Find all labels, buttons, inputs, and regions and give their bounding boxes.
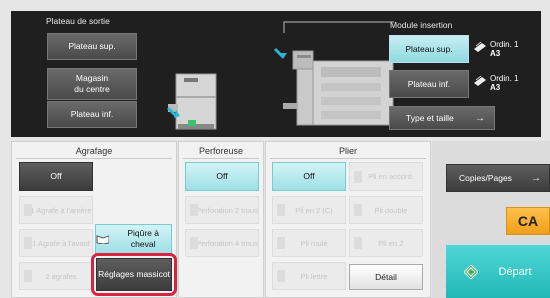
punch-4-button: Perforation 4 trous	[185, 229, 259, 257]
paper-icon	[474, 41, 486, 52]
start-diamond-icon	[464, 264, 479, 279]
insert-lower-button[interactable]: Plateau inf.	[389, 70, 469, 98]
tray-lower-button[interactable]: Plateau inf.	[47, 101, 137, 128]
type-size-button[interactable]: Type et taille →	[389, 106, 495, 130]
copies-pages-button[interactable]: Copies/Pages →	[446, 164, 550, 192]
staple-rear-button: 1 Agrafe à l'arrière	[19, 196, 93, 224]
fold-detail-button[interactable]: Détail	[349, 264, 423, 290]
paper-icon	[474, 75, 486, 86]
tray-upper-button[interactable]: Plateau sup.	[47, 33, 137, 60]
fold-double-button: Pli double	[349, 196, 423, 224]
arrow-right-icon: →	[475, 112, 485, 124]
tray-center-button[interactable]: Magasin du centre	[47, 68, 137, 100]
insert-upper-button[interactable]: Plateau sup.	[389, 35, 469, 63]
arrow-right-icon: →	[531, 172, 541, 184]
highlight-box	[91, 253, 177, 296]
staple-two-button: 2 agrafes	[19, 262, 93, 290]
fold-c-button: Pli en 2 (C)	[272, 196, 346, 224]
staple-off-button[interactable]: Off	[19, 162, 93, 191]
clear-all-button[interactable]: CA	[506, 207, 550, 235]
insertion-title: Module insertion	[390, 20, 453, 30]
output-tray-title: Plateau de sortie	[46, 16, 110, 26]
punch-off-button[interactable]: Off	[185, 162, 259, 191]
output-panel: Plateau de sortie Plateau sup. Magasin d…	[11, 11, 541, 137]
booklet-icon	[96, 235, 110, 244]
fold-accordion-button: Pli en accord.	[349, 162, 423, 191]
fold-z-button: Pli en Z	[349, 229, 423, 257]
insertion-bracket	[283, 21, 394, 33]
fold-roll-button: Pli roulé	[272, 229, 346, 257]
fold-letter-button: Pli lettre	[272, 262, 346, 290]
staple-front-button: 1 Agrafe à l'avant	[19, 229, 93, 257]
finisher-machine-illustration	[166, 73, 217, 130]
punch-2-button: Perforation 2 trous	[185, 196, 259, 224]
fold-title: Plier	[338, 146, 357, 156]
upper-paper-info: Ordin. 1 A3	[490, 40, 519, 58]
start-button[interactable]: Départ	[446, 245, 550, 298]
fold-off-button[interactable]: Off	[272, 162, 346, 191]
main-machine-illustration	[273, 47, 394, 126]
punch-title: Perforeuse	[198, 146, 244, 156]
lower-paper-info: Ordin. 1 A3	[490, 74, 519, 92]
saddle-stitch-button[interactable]: Piqûre à cheval	[95, 224, 172, 254]
stapling-title: Agrafage	[75, 146, 113, 156]
